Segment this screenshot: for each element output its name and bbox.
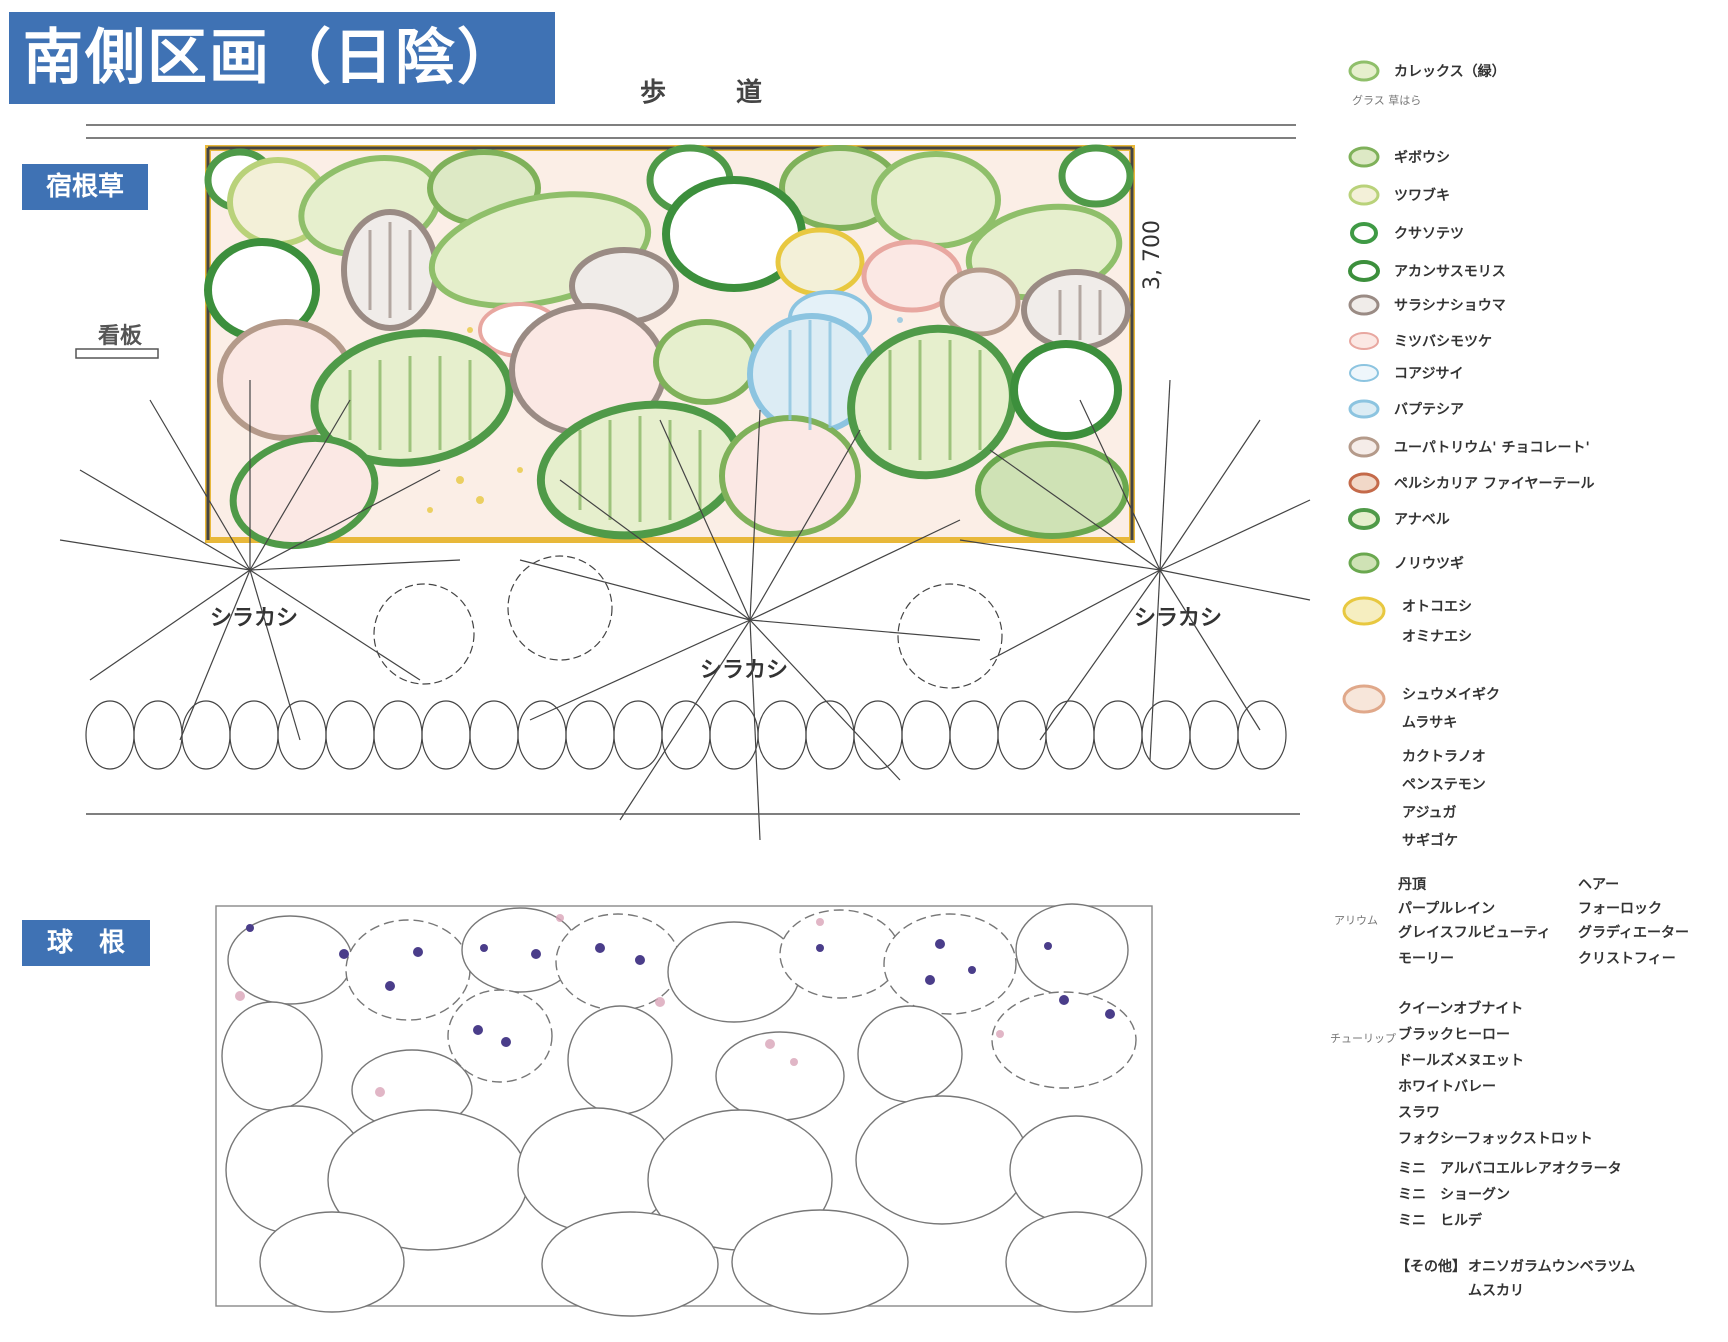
- bulb-list-item: ブラックヒーロー: [1398, 1027, 1510, 1043]
- legend-item: カレックス（緑）: [1346, 54, 1506, 88]
- tulip-note: チューリップ: [1330, 1032, 1396, 1045]
- legend-label: カレックス（緑）: [1394, 64, 1506, 80]
- kusasotetsu-icon: [1350, 222, 1378, 244]
- eupatorium-icon: [1348, 436, 1380, 458]
- otokoeshi-icon: [1342, 596, 1386, 626]
- legend-group-line: カクトラノオ: [1402, 749, 1486, 765]
- bulb-other-label: 【その他】: [1396, 1259, 1466, 1275]
- legend-item: ペルシカリア ファイヤーテール: [1346, 466, 1594, 500]
- shrub-symbol: [507, 555, 613, 661]
- acanthus-icon: [1348, 260, 1380, 282]
- legend-sublabel: グラス 草はら: [1352, 94, 1422, 107]
- shuumeigiku-icon: [1342, 684, 1386, 714]
- bulb-list-item: スラワ: [1398, 1105, 1440, 1121]
- legend-group-line: オトコエシ: [1402, 599, 1472, 615]
- bulb-list-item: フォクシーフォックストロット: [1398, 1131, 1593, 1147]
- legend-item: バプテシア: [1346, 392, 1464, 426]
- anabelle-icon: [1348, 508, 1380, 530]
- legend-label: クサソテツ: [1394, 226, 1464, 242]
- legend-label: サラシナショウマ: [1394, 298, 1506, 314]
- mitsubashimotsuke-icon: [1349, 332, 1379, 350]
- bulb-other-item: ムスカリ: [1468, 1283, 1524, 1299]
- bulb-list-item: ホワイトバレー: [1398, 1079, 1496, 1095]
- sarashinashouma-icon: [1348, 294, 1380, 316]
- noriutsugi-icon: [1348, 552, 1380, 574]
- bulb-other-item: オニソガラムウンベラツム: [1468, 1259, 1636, 1275]
- bulb-right-item: フォーロック: [1578, 901, 1662, 917]
- legend-group-line: ムラサキ: [1402, 715, 1458, 731]
- bulb-bed: [215, 903, 1153, 1317]
- bulb-left-item: グレイスフルビューティ: [1398, 925, 1551, 941]
- legend-item: ミツバシモツケ: [1346, 324, 1492, 358]
- legend-group-line: サギゴケ: [1402, 833, 1458, 849]
- shrub-symbol: [373, 583, 475, 685]
- legend-label: ノリウツギ: [1394, 556, 1464, 572]
- bulb-right-item: クリストフィー: [1578, 951, 1676, 967]
- sign-symbol: [75, 348, 159, 359]
- plant-acanthus: [1058, 144, 1134, 208]
- legend-label: ペルシカリア ファイヤーテール: [1394, 476, 1595, 492]
- allium-note: アリウム: [1334, 914, 1378, 927]
- legend-group-line: アジュガ: [1402, 805, 1457, 821]
- legend-label: ユーパトリウム' チョコレート': [1394, 440, 1590, 456]
- legend-label: アナベル: [1394, 512, 1450, 528]
- bulb-list-item: ミニ ヒルデ: [1398, 1213, 1482, 1229]
- legend-label: ツワブキ: [1394, 188, 1450, 204]
- koajisai-icon: [1349, 364, 1379, 382]
- plant-persicaria: [719, 415, 861, 537]
- bulb-list-item: ミニ ショーグン: [1398, 1187, 1510, 1203]
- bulb-list-item: クイーンオブナイト: [1398, 1001, 1524, 1017]
- bulb-list-item: ドールズメヌエット: [1398, 1053, 1524, 1069]
- legend-item: コアジサイ: [1346, 356, 1463, 390]
- shrub-symbol: [897, 583, 1003, 689]
- plant-eupatorium: [939, 267, 1021, 337]
- legend-group-line: シュウメイギク: [1402, 687, 1500, 703]
- giboushi-icon: [1348, 146, 1380, 168]
- legend-item: クサソテツ: [1346, 216, 1464, 250]
- bulb-left-item: パープルレイン: [1398, 901, 1496, 917]
- hedge-row: [85, 700, 1287, 770]
- legend-label: アカンサスモリス: [1394, 264, 1506, 280]
- legend-group-line: ペンステモン: [1402, 777, 1486, 793]
- legend-item: ユーパトリウム' チョコレート': [1346, 430, 1590, 464]
- bulb-right-item: グラディエーター: [1578, 925, 1690, 941]
- legend-item: ノリウツギ: [1346, 546, 1464, 580]
- legend-item: ギボウシ: [1346, 140, 1450, 174]
- bulb-list-item: ミニ アルバコエルレアオクラータ: [1398, 1161, 1622, 1177]
- perennial-bed: [204, 144, 1135, 550]
- legend-item: サラシナショウマ: [1346, 288, 1506, 322]
- carex-icon: [1348, 60, 1380, 82]
- plant-otokoeshi: [775, 227, 865, 297]
- legend-item: アカンサスモリス: [1346, 254, 1506, 288]
- legend-item: ツワブキ: [1346, 178, 1450, 212]
- legend-label: ギボウシ: [1394, 150, 1450, 166]
- legend-label: コアジサイ: [1394, 366, 1464, 382]
- legend-label: ミツバシモツケ: [1394, 334, 1492, 350]
- plant-sarashinashouma: [1021, 269, 1131, 351]
- legend-group-line: オミナエシ: [1402, 629, 1472, 645]
- baptisia-icon: [1348, 399, 1380, 419]
- bulb-right-item: ヘアー: [1578, 877, 1620, 893]
- legend-item: アナベル: [1346, 502, 1450, 536]
- persicaria-icon: [1348, 472, 1380, 494]
- tsuwabuki-icon: [1348, 184, 1380, 206]
- bulb-left-item: 丹頂: [1398, 877, 1426, 893]
- plant-acanthus: [1010, 340, 1122, 440]
- legend-label: バプテシア: [1394, 402, 1464, 418]
- plant-giboushi: [871, 151, 1001, 249]
- plant-giboushi: [653, 319, 759, 405]
- bulb-left-item: モーリー: [1398, 951, 1454, 967]
